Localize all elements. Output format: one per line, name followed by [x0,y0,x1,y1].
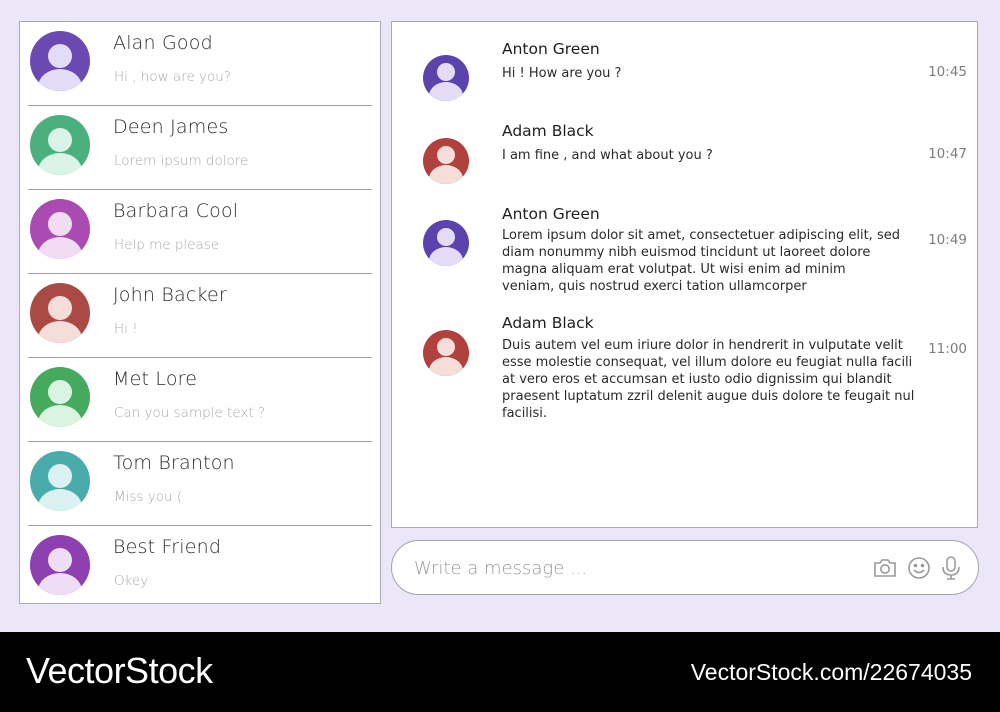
avatar [30,535,90,595]
contact-name: Deen James [113,116,229,138]
message-time: 11:00 [928,341,967,357]
contact-preview: Miss you ( [114,489,183,505]
contact-preview: Hi ! [114,321,138,337]
contact-name: Met Lore [113,368,198,390]
contact-preview: Hi , how are you? [114,69,232,85]
message-author: Anton Green [502,205,600,223]
message-text: I am fine , and what about you ? [502,148,713,163]
contact-item[interactable]: Tom Branton Miss you ( [20,442,380,526]
contact-item[interactable]: Best Friend Okey [20,526,380,610]
brand-logo: VectorStock [26,650,213,691]
message-text: Hi ! How are you ? [502,66,622,81]
message-text: Duis autem vel eum iriure dolor in hendr… [502,338,915,421]
message-composer [391,540,979,595]
image-id-url: VectorStock.com/22674035 [690,659,972,685]
message-author: Adam Black [502,314,594,332]
message-text: Lorem ipsum dolor sit amet, consectetuer… [502,228,900,294]
camera-icon[interactable] [871,554,899,582]
contact-item[interactable]: Deen James Lorem ipsum dolore [20,106,380,190]
message-author: Adam Black [502,122,594,140]
avatar [423,330,469,376]
message-author: Anton Green [502,40,600,58]
contact-name: John Backer [113,284,227,306]
smiley-icon[interactable] [905,554,933,582]
footer-banner: VectorStock VectorStock.com/22674035 [0,632,1000,712]
contact-item[interactable]: John Backer Hi ! [20,274,380,358]
contact-item[interactable]: Alan Good Hi , how are you? [20,22,380,106]
contacts-panel: Alan Good Hi , how are you? Deen James L… [19,21,381,604]
avatar [423,220,469,266]
avatar [423,55,469,101]
avatar [30,283,90,343]
microphone-icon[interactable] [937,554,965,582]
message-time: 10:49 [928,232,967,248]
contact-item[interactable]: Met Lore Can you sample text ? [20,358,380,442]
contact-name: Alan Good [113,32,213,54]
avatar [30,451,90,511]
avatar [30,115,90,175]
chat-panel: Anton Green Hi ! How are you ? 10:45 Ada… [391,21,978,528]
contact-preview: Lorem ipsum dolore [114,153,249,169]
avatar [30,367,90,427]
contact-name: Barbara Cool [113,200,239,222]
contact-item[interactable]: Barbara Cool Help me please [20,190,380,274]
avatar [423,138,469,184]
contact-name: Tom Branton [113,452,235,474]
avatar [30,31,90,91]
avatar [30,199,90,259]
contact-name: Best Friend [113,536,222,558]
contact-preview: Can you sample text ? [114,405,266,421]
message-time: 10:47 [928,146,967,162]
message-time: 10:45 [928,64,967,80]
message-input[interactable] [414,555,834,581]
contact-preview: Help me please [114,237,220,253]
contact-preview: Okey [114,573,149,589]
